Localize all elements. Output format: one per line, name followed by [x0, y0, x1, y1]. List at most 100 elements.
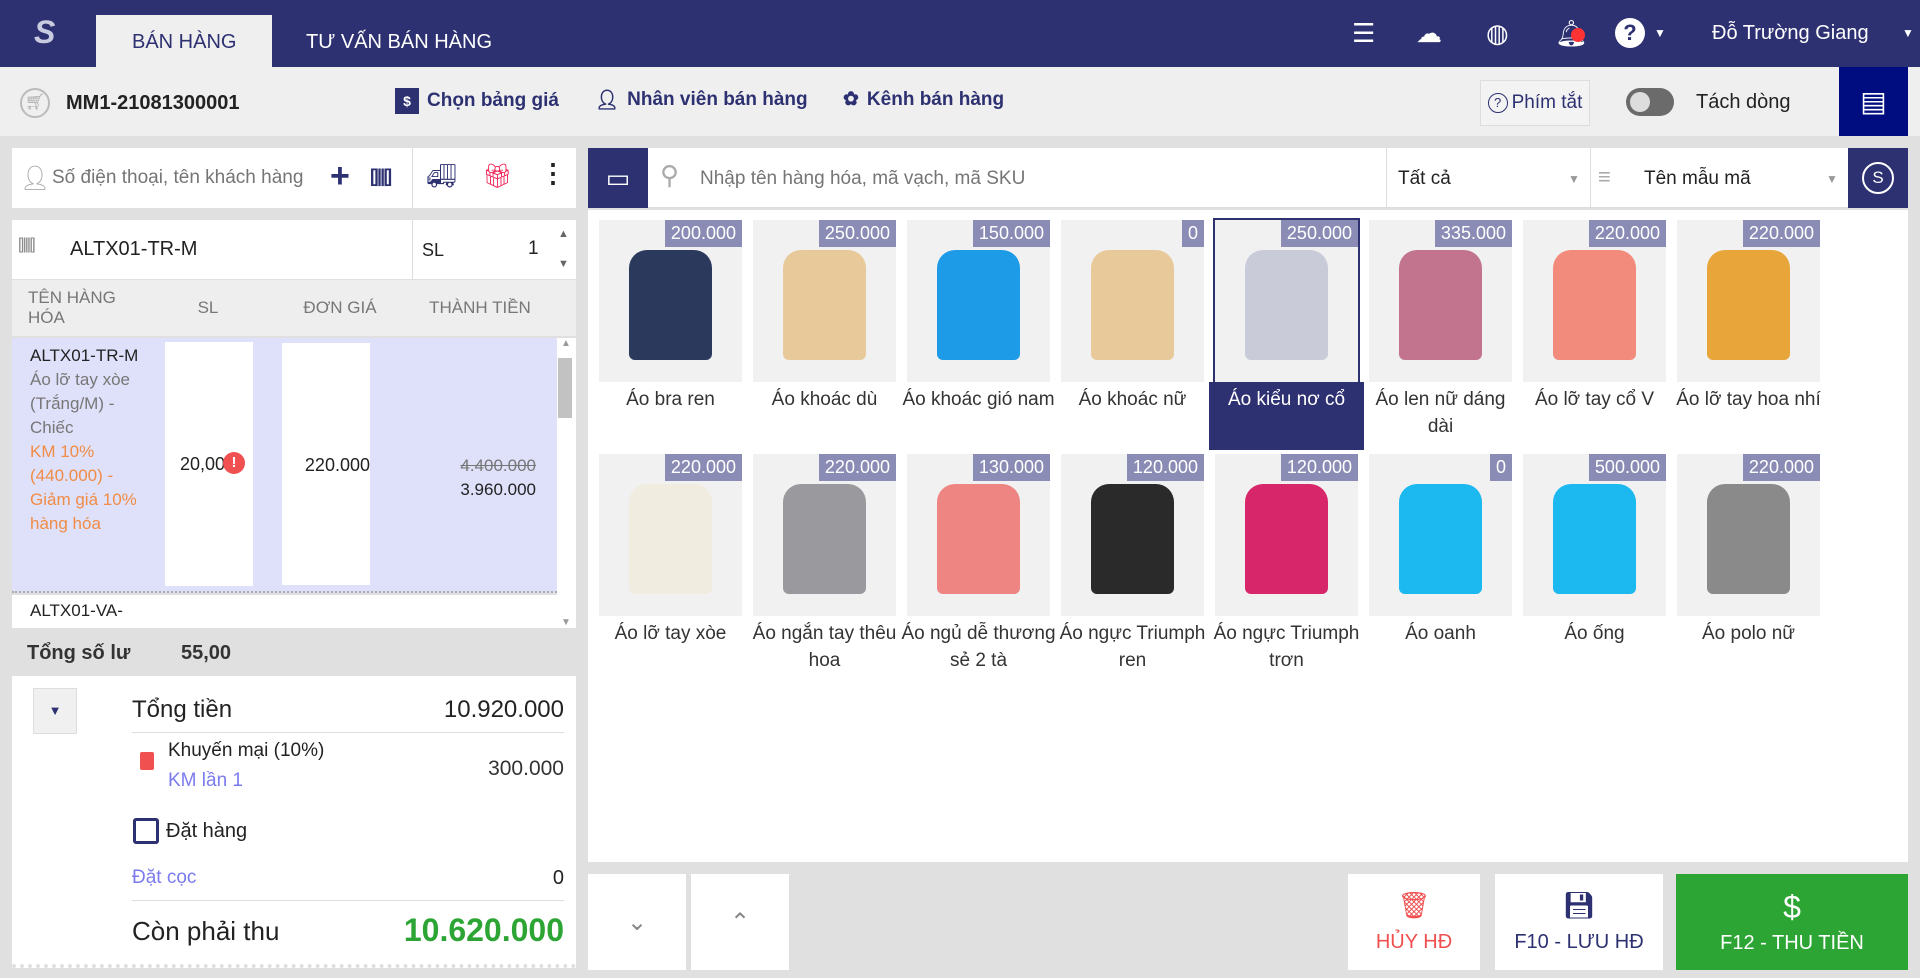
product-tile[interactable]: 250.000 Áo khoác dù [753, 220, 896, 410]
product-price: 120.000 [1280, 454, 1358, 481]
save-invoice-button[interactable]: 💾︎ F10 - LƯU HĐ [1495, 874, 1663, 970]
price-list-label: Chọn bảng giá [427, 90, 559, 111]
menu-icon[interactable]: ☰ [1352, 18, 1375, 49]
product-name: Áo oanh [1405, 623, 1476, 644]
delivery-truck-icon[interactable]: 🚚︎ [426, 162, 456, 191]
product-name: Áo ống [1564, 623, 1625, 644]
product-tile[interactable]: 250.000 Áo kiểu nơ cổ [1209, 218, 1364, 450]
customer-search-input[interactable] [52, 158, 322, 198]
sort-select[interactable]: Tên mẫu mã [1644, 168, 1751, 190]
qty-up-icon[interactable]: ▲ [558, 228, 569, 240]
deposit-link[interactable]: Đặt cọc [132, 867, 196, 889]
split-lines-toggle[interactable] [1626, 88, 1674, 116]
sort-chevron-icon[interactable]: ▼ [1826, 172, 1838, 186]
add-customer-icon[interactable]: + [330, 156, 350, 196]
cancel-invoice-button[interactable]: 🗑︎ HỦY HĐ [1348, 874, 1480, 970]
product-tile[interactable]: 0 Áo oanh [1369, 454, 1512, 644]
product-tile[interactable]: 120.000 Áo ngực Triumph ren [1060, 454, 1205, 671]
promo-sub-link[interactable]: KM lần 1 [168, 770, 243, 792]
channel-icon: ✿ [843, 89, 859, 110]
col-total: THÀNH TIỀN [429, 298, 531, 317]
product-tile[interactable]: 335.000 Áo len nữ dáng dài [1369, 220, 1512, 437]
product-name: Áo bra ren [626, 389, 715, 410]
cart-price-input[interactable]: 220.000 [282, 343, 370, 585]
category-select[interactable]: Tất cả [1398, 168, 1451, 190]
product-tile[interactable]: 220.000 Áo lỡ tay cổ V [1523, 220, 1666, 410]
cart-icon: 🛒︎ [20, 88, 50, 118]
product-tile[interactable]: 120.000 Áo ngực Triumph trơn [1214, 454, 1359, 671]
product-tile[interactable]: 200.000 Áo bra ren [599, 220, 742, 410]
category-chevron-icon[interactable]: ▼ [1568, 172, 1580, 186]
product-search-input[interactable] [700, 160, 1380, 198]
channel-button[interactable]: ✿ Kênh bán hàng [843, 88, 1004, 111]
collapse-chevron-button[interactable]: ▼ [33, 688, 77, 734]
product-tile[interactable]: 220.000 Áo polo nữ [1677, 454, 1820, 644]
product-name: Áo polo nữ [1701, 623, 1795, 644]
cart-item-promo: KM 10% (440.000) - Giảm giá 10% hàng hóa [30, 442, 137, 533]
cart-old-total: 4.400.000 [460, 456, 536, 475]
col-price: ĐƠN GIÁ [303, 298, 377, 317]
barcode-customer-icon[interactable]: [||||] [370, 166, 392, 187]
product-price: 335.000 [1434, 220, 1512, 247]
currency-button[interactable]: S [1848, 148, 1908, 208]
product-tile[interactable]: 220.000 Áo ngắn tay thêu hoa [753, 454, 896, 671]
divider [132, 732, 564, 733]
product-tile[interactable]: 220.000 Áo lỡ tay hoa nhí [1676, 220, 1821, 410]
tab-ban-hang[interactable]: BÁN HÀNG [96, 15, 273, 67]
cart-item-text: ALTX01-TR-M Áo lỡ tay xòe (Trắng/M) - Ch… [30, 344, 140, 536]
cancel-label: HỦY HĐ [1375, 931, 1453, 953]
tab-tu-van-ban-hang[interactable]: TƯ VẤN BÁN HÀNG [270, 15, 528, 67]
product-price: 200.000 [664, 220, 742, 247]
trash-icon: 🗑︎ [1397, 890, 1431, 920]
deposit-value: 0 [552, 867, 564, 889]
scroll-up-button[interactable]: ⌃ [691, 874, 789, 970]
cart-scrollbar[interactable]: ▲ ▼ [557, 338, 576, 628]
bell-icon[interactable]: 🔔︎ [1555, 18, 1588, 49]
chevron-up-icon: ⌃ [729, 908, 751, 936]
product-tile[interactable]: 220.000 Áo lỡ tay xòe [599, 454, 742, 644]
order-checkbox[interactable] [133, 818, 159, 844]
cloud-sync-icon[interactable]: ☁ [1416, 18, 1442, 49]
product-tile[interactable]: 130.000 Áo ngủ dễ thương sẻ 2 tà [901, 454, 1056, 671]
chevron-down-icon[interactable]: ▼ [1654, 26, 1666, 40]
shortcuts-label: Phím tắt [1511, 92, 1583, 113]
notebook-icon: ▤ [1860, 86, 1887, 117]
product-price: 120.000 [1126, 454, 1204, 481]
product-tile[interactable]: 500.000 Áo ống [1523, 454, 1666, 644]
shortcuts-button[interactable]: ? Phím tắt [1480, 80, 1590, 126]
product-tile[interactable]: 150.000 Áo khoác gió nam [902, 220, 1055, 410]
split-lines-label: Tách dòng [1696, 91, 1791, 113]
price-list-button[interactable]: $ Chọn bảng giá [395, 88, 559, 114]
cart-row[interactable]: ALTX01-VA- [12, 595, 557, 628]
cart-qty-value: 20,00 [179, 454, 225, 474]
product-tile[interactable]: 0 Áo khoác nữ [1061, 220, 1204, 410]
invoice-code[interactable]: MM1-21081300001 [66, 92, 239, 115]
staff-button[interactable]: 👤︎ Nhân viên bán hàng [595, 88, 808, 112]
pay-button[interactable]: $ F12 - THU TIỀN [1676, 874, 1908, 970]
pay-label: F12 - THU TIỀN [1720, 932, 1864, 954]
barcode-icon: [|||||] [18, 236, 36, 253]
product-name: Áo len nữ dáng dài [1375, 389, 1506, 437]
globe-icon[interactable]: ◍ [1486, 18, 1509, 49]
product-code-input[interactable]: ALTX01-TR-M [70, 238, 197, 261]
product-price: 220.000 [1588, 220, 1666, 247]
cart-new-total: 3.960.000 [460, 480, 536, 499]
more-vertical-icon[interactable]: ⋮ [540, 160, 566, 186]
scroll-down-button[interactable]: ⌄ [588, 874, 686, 970]
layout-toggle-button[interactable]: ▭ [588, 148, 648, 208]
user-chevron-icon[interactable]: ▼ [1902, 26, 1914, 40]
cart-qty-input[interactable]: 20,00! [165, 342, 253, 586]
gift-icon[interactable]: 🎁︎ [482, 162, 512, 191]
total-qty-label: Tổng số lư [27, 642, 131, 664]
side-panel-button[interactable]: ▤ [1839, 67, 1908, 136]
due-label: Còn phải thu [132, 916, 280, 946]
user-name[interactable]: Đỗ Trường Giang [1712, 22, 1869, 45]
product-name: Áo kiểu nơ cổ [1209, 382, 1364, 450]
divider [412, 148, 413, 208]
help-icon[interactable]: ? [1615, 18, 1645, 48]
qty-input[interactable]: 1 [528, 238, 539, 260]
sum-label: Tổng tiền [132, 696, 233, 723]
trash-icon[interactable] [140, 752, 154, 770]
product-name: Áo khoác gió nam [902, 389, 1055, 410]
qty-down-icon[interactable]: ▼ [558, 258, 569, 270]
